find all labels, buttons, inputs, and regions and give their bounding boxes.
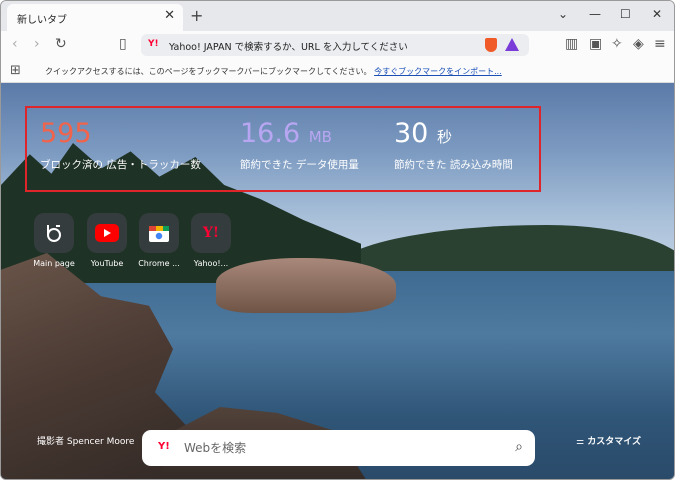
top-site-main-page[interactable]: Main page: [32, 213, 76, 268]
tab-strip: 新しいタブ ✕ + ⌄ — ☐ ✕: [1, 1, 674, 31]
customize-label: カスタマイズ: [587, 437, 641, 447]
reload-icon[interactable]: ↻: [55, 36, 67, 52]
forward-icon[interactable]: ›: [34, 36, 40, 52]
top-site-tile[interactable]: [87, 213, 127, 253]
bookmark-bar: ⊞ クイックアクセスするには、このページをブックマークバーにブックマークしてくだ…: [1, 59, 674, 83]
customize-button[interactable]: ⚌ カスタマイズ: [576, 434, 641, 447]
stat-data-saved: 16.6 MB 節約できた データ使用量: [240, 118, 359, 172]
close-window-icon[interactable]: ✕: [652, 7, 662, 21]
brave-rewards-icon[interactable]: [505, 38, 519, 51]
bookmark-message-text: クイックアクセスするには、このページをブックマークバーにブックマークしてください…: [45, 67, 372, 76]
back-icon[interactable]: ‹: [12, 36, 18, 52]
stat-ads-value: 595: [40, 118, 92, 149]
background-far-hills: [331, 225, 674, 273]
privacy-stats-widget: 595 ブロック済の 広告・トラッカー数 16.6 MB 節約できた データ使用…: [25, 106, 541, 192]
yahoo-search-engine-icon[interactable]: Y!: [158, 441, 170, 452]
top-site-tile[interactable]: [34, 213, 74, 253]
customize-sliders-icon: ⚌: [576, 437, 585, 447]
menu-icon[interactable]: ≡: [654, 36, 666, 52]
import-bookmarks-link[interactable]: 今すぐブックマークをインポート...: [374, 67, 502, 76]
address-placeholder[interactable]: Yahoo! JAPAN で検索するか、URL を入力してください: [169, 39, 408, 53]
top-site-label: YouTube: [90, 259, 124, 268]
top-site-youtube[interactable]: YouTube: [85, 213, 129, 268]
web-search-box[interactable]: Y! ⌕: [142, 430, 535, 466]
bookmark-icon[interactable]: ▯: [119, 36, 127, 52]
tab-title: 新しいタブ: [17, 15, 67, 26]
top-site-label: Main page: [33, 259, 75, 268]
toolbar: ‹ › ↻ ▯ Y! Yahoo! JAPAN で検索するか、URL を入力して…: [1, 31, 674, 59]
apps-grid-icon[interactable]: ⊞: [10, 63, 21, 78]
bookmark-bar-message: クイックアクセスするには、このページをブックマークバーにブックマークしてください…: [45, 66, 502, 77]
top-site-yahoo[interactable]: Y! Yahoo!...: [189, 213, 233, 268]
background-rocks-mid: [216, 258, 396, 313]
yahoo-search-engine-icon: Y!: [148, 39, 159, 49]
top-site-label: Yahoo!...: [193, 259, 229, 268]
stat-ads-label: ブロック済の 広告・トラッカー数: [40, 159, 201, 171]
top-site-label: Chrome ...: [138, 259, 180, 268]
minimize-icon[interactable]: —: [589, 7, 601, 21]
sidebar-icon[interactable]: ▥: [565, 36, 578, 52]
search-icon[interactable]: ⌕: [515, 439, 523, 455]
new-tab-plus-icon[interactable]: +: [190, 6, 203, 25]
yahoo-icon: Y!: [202, 225, 220, 241]
stat-time-saved: 30 秒 節約できた 読み込み時間: [394, 118, 513, 172]
leo-ai-icon[interactable]: ✧: [611, 36, 623, 52]
web-search-input[interactable]: [184, 439, 484, 457]
maximize-icon[interactable]: ☐: [620, 7, 631, 21]
new-tab-page: 595 ブロック済の 広告・トラッカー数 16.6 MB 節約できた データ使用…: [1, 83, 674, 479]
brave-news-icon: [34, 213, 74, 253]
stat-data-value: 16.6 MB: [240, 118, 332, 149]
tab-search-chevron-icon[interactable]: ⌄: [558, 7, 568, 21]
youtube-icon: [87, 213, 127, 253]
photo-credit[interactable]: 撮影者 Spencer Moore: [37, 434, 134, 447]
tab-close-icon[interactable]: ✕: [164, 8, 175, 23]
browser-window: 新しいタブ ✕ + ⌄ — ☐ ✕ ‹ › ↻ ▯ Y! Yahoo! JAPA…: [0, 0, 675, 480]
brave-shields-icon[interactable]: [485, 38, 497, 52]
wallet-icon[interactable]: ▣: [589, 36, 602, 52]
tab-new-tab[interactable]: 新しいタブ ✕: [7, 4, 183, 31]
stat-data-label: 節約できた データ使用量: [240, 159, 359, 171]
vpn-icon[interactable]: ◈: [633, 36, 644, 52]
address-bar[interactable]: Y! Yahoo! JAPAN で検索するか、URL を入力してください: [141, 34, 529, 56]
top-site-chrome[interactable]: Chrome ...: [137, 213, 181, 268]
stat-ads-blocked: 595 ブロック済の 広告・トラッカー数: [40, 118, 201, 172]
top-site-tile[interactable]: Y!: [191, 213, 231, 253]
chrome-web-store-icon: [139, 213, 179, 253]
top-site-tile[interactable]: [139, 213, 179, 253]
stat-time-value: 30 秒: [394, 118, 452, 149]
stat-time-label: 節約できた 読み込み時間: [394, 159, 513, 171]
